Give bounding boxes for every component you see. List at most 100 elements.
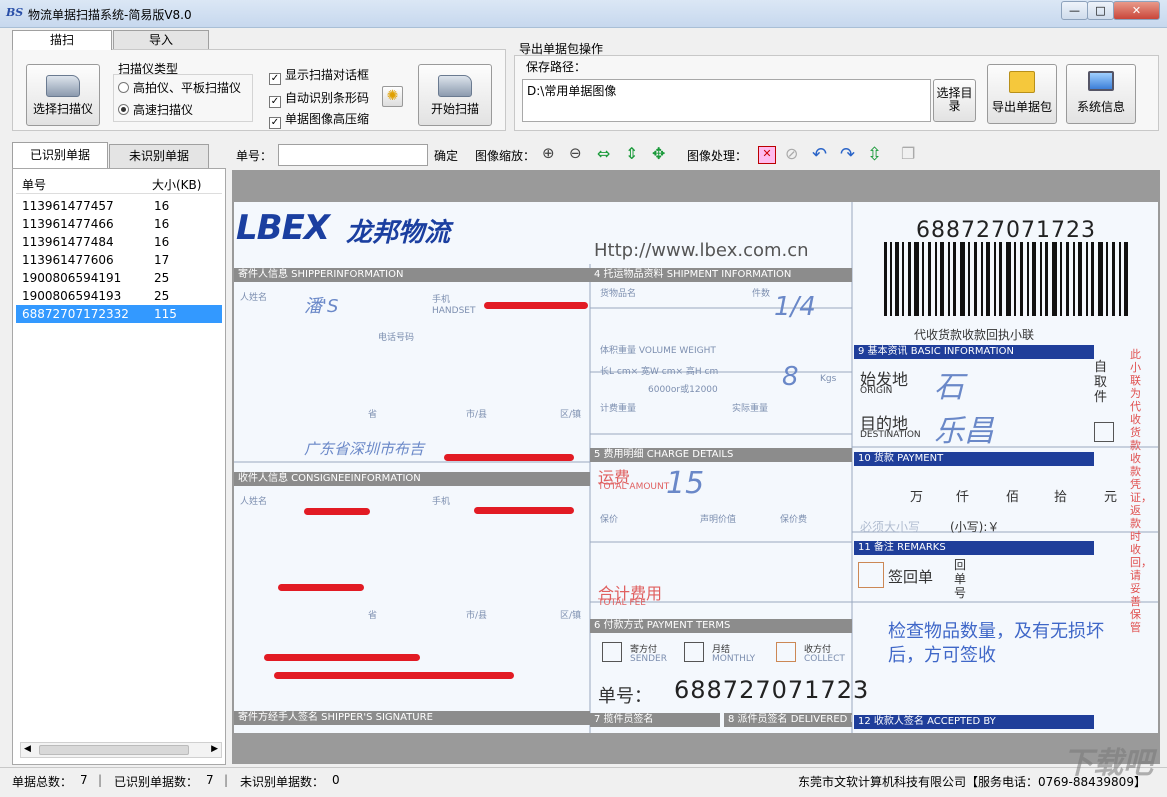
flip-vertical-icon[interactable]: ⇳ — [867, 144, 889, 166]
scroll-right-icon[interactable]: ▶ — [211, 744, 218, 754]
tab-scan[interactable]: 描扫 — [12, 30, 112, 50]
payment-header: 10 货款 PAYMENT — [854, 452, 1094, 466]
save-path-field[interactable]: D:\常用单据图像 — [522, 79, 931, 122]
bill-no-input[interactable] — [278, 144, 428, 166]
sign-return-box — [858, 562, 884, 588]
fit-width-icon[interactable]: ⇔ — [597, 144, 619, 166]
unit-bai: 佰 — [1006, 490, 1020, 505]
list-row[interactable]: 113961477466 16 — [16, 215, 222, 233]
handwriting: 8 — [782, 362, 799, 392]
column-size-header[interactable]: 大小(KB) — [152, 176, 201, 193]
consignee-mobile-label: 手机 — [432, 497, 451, 507]
insure-label: 保价 — [600, 515, 619, 525]
accepted-by-header: 12 收款人签名 ACCEPTED BY — [854, 715, 1094, 729]
rotate-left-icon[interactable]: ↶ — [812, 144, 834, 166]
rotate-right-icon[interactable]: ↷ — [840, 144, 862, 166]
handwriting: 石 — [934, 370, 964, 405]
scroll-thumb[interactable] — [39, 745, 189, 755]
select-scanner-button[interactable]: 选择扫描仪 — [26, 64, 100, 126]
monitor-icon — [1088, 71, 1114, 91]
tab-unrecognized[interactable]: 未识别单据 — [109, 144, 209, 168]
unrecognized-label: 未识别单据数： — [240, 775, 325, 789]
delivered-by-header: 8 派件员签名 DELIVERED BY — [724, 713, 852, 727]
shipper-header: 寄件人信息 SHIPPERINFORMATION — [234, 268, 590, 282]
column-no-header[interactable]: 单号 — [22, 176, 46, 193]
confirm-button[interactable]: 确定 — [434, 147, 458, 164]
barcode — [884, 242, 1128, 316]
list-row[interactable]: 113961477457 16 — [16, 197, 222, 215]
goods-name-label: 货物品名 — [600, 289, 637, 299]
unit-yuan: 元 — [1104, 490, 1118, 505]
sender-pay-box — [602, 642, 622, 662]
list-row[interactable]: 1900806594193 25 — [16, 287, 222, 305]
handwriting: 乐昌 — [934, 414, 994, 449]
total-fee-label-en: TOTAL FEE — [598, 598, 646, 608]
system-info-label: 系统信息 — [1076, 100, 1125, 114]
start-scan-button[interactable]: 开始扫描 — [418, 64, 492, 126]
consignee-city-label: 市/县 — [466, 611, 488, 621]
redaction-mark — [304, 508, 370, 515]
tab-import[interactable]: 导入 — [113, 30, 209, 49]
self-pickup-box — [1094, 422, 1114, 442]
export-folder-icon — [1009, 71, 1035, 93]
scanner-icon — [46, 75, 80, 97]
radio-flatbed[interactable]: 高拍仪、平板扫描仪 — [118, 79, 241, 96]
scan-panel: 选择扫描仪 扫描仪类型 高拍仪、平板扫描仪 高速扫描仪 ✓ 显示扫描对话框 ✓ 自动… — [12, 49, 506, 131]
shipment-header: 4 托运物品资料 SHIPMENT INFORMATION — [590, 268, 852, 282]
shipper-province-label: 省 — [368, 410, 378, 420]
recognized-label: 已识别单据数： — [114, 775, 199, 789]
charge-details-header: 5 费用明细 CHARGE DETAILS — [590, 448, 852, 462]
fit-height-icon[interactable]: ⇕ — [625, 144, 647, 166]
maximize-button[interactable]: □ — [1087, 1, 1114, 20]
image-viewer[interactable]: LBEX 龙邦物流 Http://www.lbex.com.cn 6887270… — [232, 170, 1160, 764]
barcode-settings-icon[interactable]: ✺ — [382, 86, 403, 107]
select-directory-button[interactable]: 选择目录 — [933, 79, 976, 122]
fit-page-icon[interactable]: ✥ — [652, 144, 674, 166]
checkbox-high-compress[interactable]: ✓ 单据图像高压缩 — [269, 110, 369, 129]
dimensions-label: 长L cm× 宽W cm× 高H cm — [600, 367, 719, 377]
consignee-province-label: 省 — [368, 611, 378, 621]
title-bar: BS 物流单据扫描系统-简易版V8.0 — □ ✕ — [0, 0, 1167, 28]
lbex-logo: LBEX — [236, 208, 330, 248]
shipper-phone-label: 电话号码 — [378, 333, 415, 343]
list-row-selected[interactable]: 68872707172332 115 — [16, 305, 222, 323]
zoom-in-icon[interactable]: ⊕ — [542, 144, 564, 166]
delete-image-icon[interactable]: ✕ — [758, 146, 776, 164]
list-row[interactable]: 113961477484 16 — [16, 233, 222, 251]
minimize-button[interactable]: — — [1061, 1, 1088, 20]
bill-no-label-doc: 单号： — [598, 686, 652, 707]
tab-recognized[interactable]: 已识别单据 — [12, 142, 108, 168]
list-row[interactable]: 113961477606 17 — [16, 251, 222, 269]
shipper-town-label: 区/镇 — [560, 410, 582, 420]
unit-shi: 拾 — [1054, 490, 1068, 505]
charge-weight-label: 计费重量 — [600, 404, 637, 414]
zoom-label: 图像缩放： — [475, 149, 536, 163]
system-info-button[interactable]: 系统信息 — [1066, 64, 1136, 124]
image-toolbar: 单号： 确定 图像缩放： ⊕ ⊖ ⇔ ⇕ ✥ 图像处理： ✕ ⊘ ↶ ↷ ⇳ ❐ — [230, 142, 1165, 168]
close-button[interactable]: ✕ — [1113, 1, 1160, 20]
checkmark-icon: ✓ — [269, 73, 281, 85]
radio-highspeed[interactable]: 高速扫描仪 — [118, 101, 193, 118]
list-horizontal-scrollbar[interactable]: ◀ ▶ — [20, 742, 222, 758]
export-package-button[interactable]: 导出单据包 — [987, 64, 1057, 124]
handwriting: 潘'S — [304, 296, 339, 317]
total-value: 7 — [80, 773, 88, 787]
radio-circle — [118, 82, 129, 93]
window-title: 物流单据扫描系统-简易版V8.0 — [28, 8, 192, 22]
checkbox-show-dialog[interactable]: ✓ 显示扫描对话框 — [269, 66, 369, 85]
scroll-left-icon[interactable]: ◀ — [24, 744, 31, 754]
monthly-box — [684, 642, 704, 662]
kgs-label: Kgs — [820, 374, 837, 384]
redaction-mark — [444, 454, 574, 461]
recognized-value: 7 — [206, 773, 214, 787]
return-no-label: 回单号 — [954, 558, 967, 600]
checkbox-auto-barcode[interactable]: ✓ 自动识别条形码 — [269, 89, 369, 108]
scanner-type-group: 高拍仪、平板扫描仪 高速扫描仪 — [113, 74, 253, 122]
basic-info-header: 9 基本资讯 BASIC INFORMATION — [854, 345, 1094, 359]
self-pickup-label: 自取件 — [1094, 360, 1108, 405]
disabled-circle-icon: ⊘ — [785, 144, 799, 163]
status-divider: | — [98, 773, 103, 787]
list-row[interactable]: 1900806594191 25 — [16, 269, 222, 287]
brand-chinese: 龙邦物流 — [346, 218, 451, 248]
zoom-out-icon[interactable]: ⊖ — [569, 144, 591, 166]
